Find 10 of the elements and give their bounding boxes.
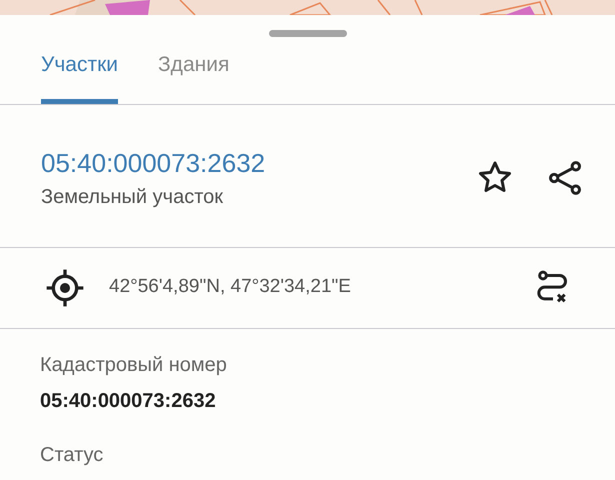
drag-handle[interactable] <box>268 30 346 37</box>
tab[interactable]: Участки <box>41 39 118 104</box>
detail-label: Кадастровый номер <box>40 352 228 376</box>
coordinates: 42°56'4,89"N, 47°32'34,21"E <box>109 275 352 300</box>
location-target-icon <box>45 268 85 308</box>
tab[interactable]: Здания <box>158 39 230 104</box>
parcel-type: Земельный участок <box>41 184 224 208</box>
detail-label: Статус <box>40 442 104 466</box>
parcel-number: 05:40:000073:2632 <box>41 146 266 178</box>
detail-value: 05:40:000073:2632 <box>40 388 217 412</box>
